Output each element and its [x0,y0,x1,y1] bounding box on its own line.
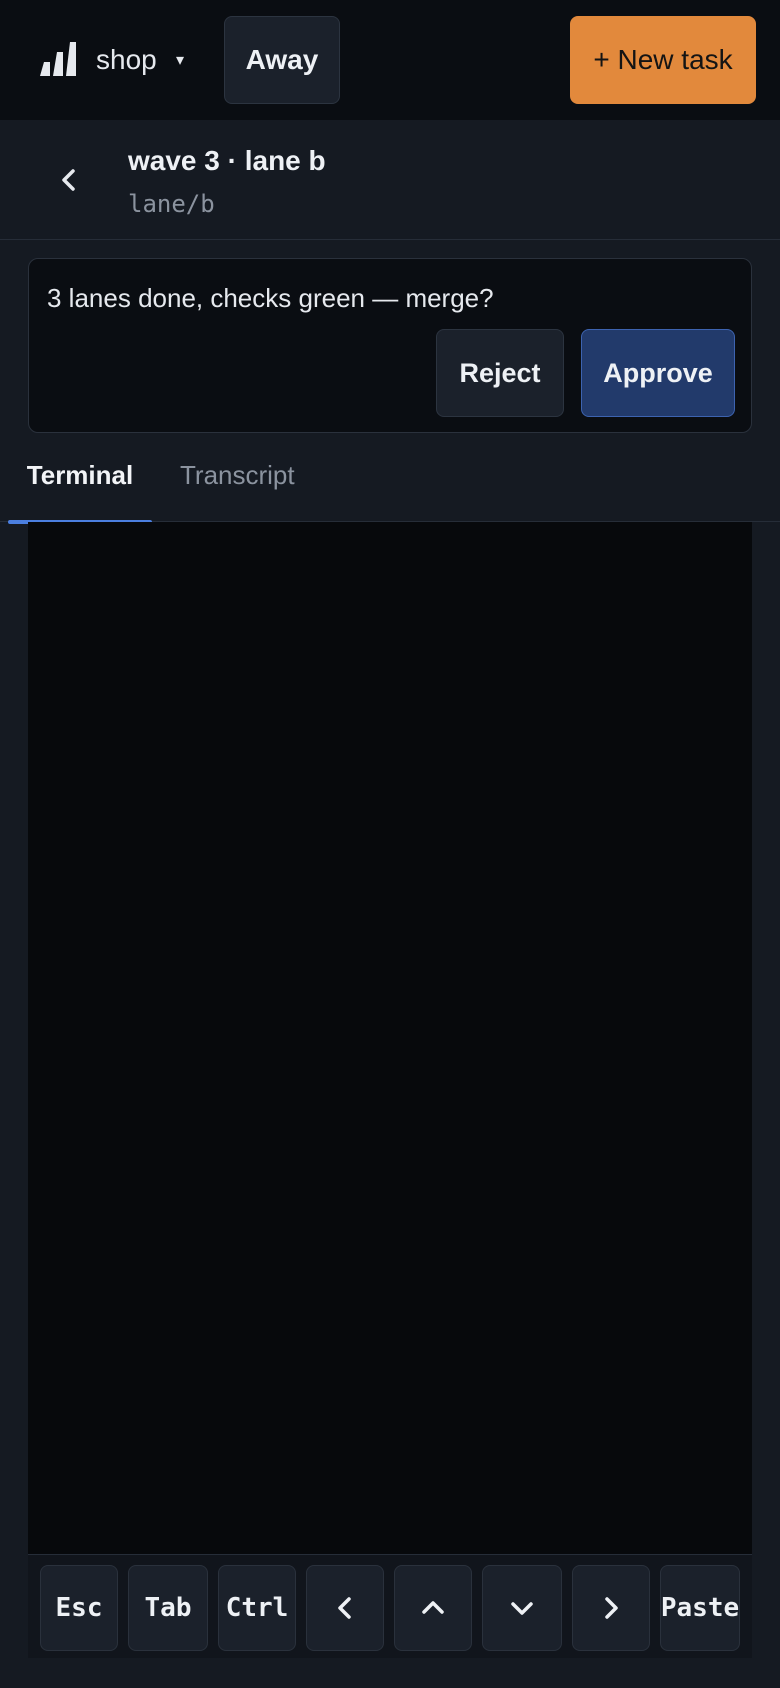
view-tabs: Terminal Transcript [0,440,780,524]
arrow-up-icon [422,1601,444,1614]
terminal-output[interactable] [28,522,752,1554]
esc-key[interactable]: Esc [40,1565,118,1651]
tab-key[interactable]: Tab [128,1565,208,1651]
arrow-down-key[interactable] [482,1565,562,1651]
reject-button[interactable]: Reject [436,329,564,417]
arrow-right-key[interactable] [572,1565,650,1651]
paste-key[interactable]: Paste [660,1565,740,1651]
ctrl-key[interactable]: Ctrl [218,1565,296,1651]
workspace-dropdown-caret-icon[interactable]: ▾ [176,50,184,70]
branch-name: lane/b [128,190,215,218]
arrow-up-key[interactable] [394,1565,472,1651]
approve-button[interactable]: Approve [581,329,735,417]
workspace-name[interactable]: shop [96,44,157,76]
top-bar: shop ▾ Away + New task [0,0,780,120]
approval-message: 3 lanes done, checks green — merge? [47,283,494,313]
signal-bars-logo-icon [40,42,76,76]
new-task-button[interactable]: + New task [570,16,756,104]
arrow-right-icon [605,1597,618,1619]
arrow-down-icon [511,1602,533,1615]
tab-terminal[interactable]: Terminal [8,460,152,524]
approval-card: 3 lanes done, checks green — merge? Reje… [28,258,752,433]
tab-transcript[interactable]: Transcript [180,460,295,522]
arrow-left-key[interactable] [306,1565,384,1651]
terminal-key-bar: Esc Tab Ctrl Paste [28,1554,752,1658]
task-title: wave 3 · lane b [128,145,326,176]
chevron-left-icon[interactable] [54,162,84,198]
away-status-button[interactable]: Away [224,16,340,104]
arrow-left-icon [338,1597,351,1619]
task-header: wave 3 · lane b lane/b [0,120,780,240]
